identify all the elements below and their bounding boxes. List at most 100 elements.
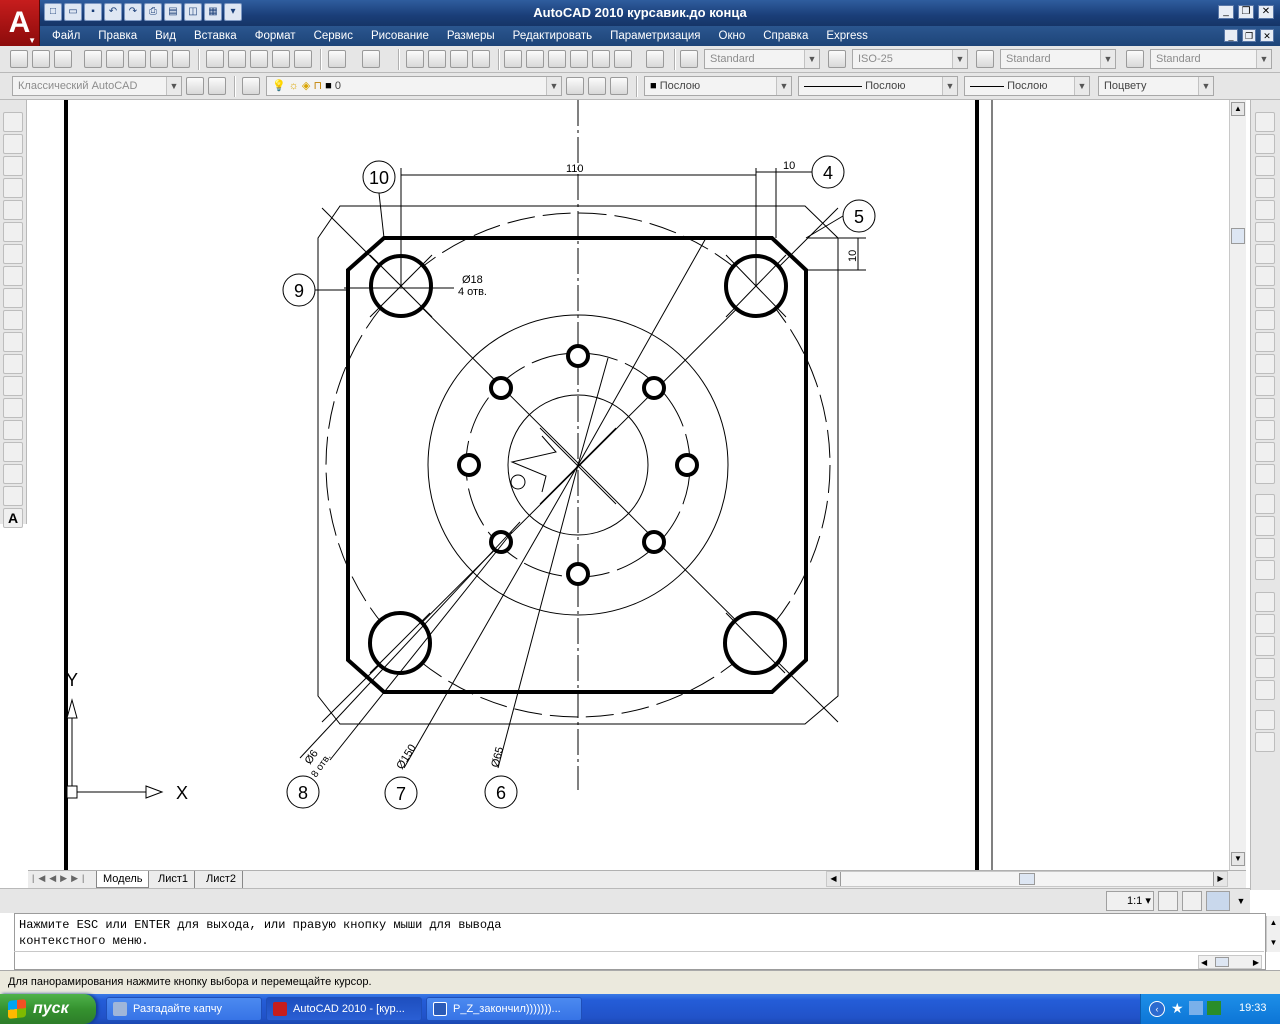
break-icon[interactable] <box>1255 376 1275 396</box>
statusbar-menu-icon[interactable]: ▼ <box>1234 891 1248 911</box>
vertical-scroll-thumb[interactable] <box>1231 228 1245 244</box>
table-style-select[interactable]: Standard ▼ <box>1000 49 1116 69</box>
orbit-icon[interactable] <box>1255 614 1275 634</box>
scroll-left-icon[interactable]: ◀ <box>827 872 841 886</box>
save-icon[interactable]: ▪ <box>84 3 102 21</box>
close-icon[interactable]: ✕ <box>1258 5 1274 19</box>
text-style-select[interactable]: Standard ▼ <box>704 49 820 69</box>
copy-object-icon[interactable] <box>1255 134 1275 154</box>
workspace-switch-icon[interactable] <box>1206 891 1230 911</box>
menu-parametric[interactable]: Параметризация <box>601 30 709 42</box>
color-select[interactable]: ■ Послою ▼ <box>644 76 792 96</box>
workspace-select[interactable]: Классический AutoCAD ▼ <box>12 76 182 96</box>
arc-icon[interactable] <box>3 222 23 242</box>
plot-icon[interactable]: ⎙ <box>144 3 162 21</box>
horizontal-scrollbar[interactable]: ◀ ▶ <box>826 871 1228 887</box>
tray-star-icon[interactable]: ★ <box>1171 1000 1184 1017</box>
polygon-icon[interactable] <box>3 178 23 198</box>
restore-icon[interactable]: ❐ <box>1238 5 1254 19</box>
scroll-left-icon[interactable]: ◀ <box>1201 956 1207 969</box>
3d-dwf-icon[interactable] <box>150 50 168 68</box>
ucs-icon[interactable] <box>1255 710 1275 730</box>
publish-icon[interactable]: ▤ <box>164 3 182 21</box>
erase-icon[interactable] <box>1255 112 1275 132</box>
undo-icon[interactable]: ↶ <box>104 3 122 21</box>
rectangle-icon[interactable] <box>3 200 23 220</box>
command-scrollbar[interactable]: ▲ ▼ <box>1266 916 1280 952</box>
construction-line-icon[interactable] <box>3 134 23 154</box>
text-style-icon[interactable] <box>680 50 698 68</box>
paste-icon[interactable] <box>250 50 268 68</box>
scroll-down-icon[interactable]: ▼ <box>1267 936 1280 950</box>
dim-style-icon[interactable] <box>828 50 846 68</box>
chamfer-icon[interactable] <box>1255 420 1275 440</box>
help-icon[interactable] <box>646 50 664 68</box>
join-icon[interactable] <box>1255 398 1275 418</box>
save-icon[interactable] <box>54 50 72 68</box>
new-icon[interactable]: □ <box>44 3 62 21</box>
markup-icon[interactable] <box>592 50 610 68</box>
annotation-visibility-icon[interactable] <box>1158 891 1178 911</box>
trim-icon[interactable] <box>1255 310 1275 330</box>
tray-network-icon[interactable] <box>1189 1001 1203 1015</box>
task-autocad[interactable]: AutoCAD 2010 - [кур... <box>266 997 422 1021</box>
layer-select[interactable]: 💡 ☼ ◈ ⊓ ■ 0 ▼ <box>266 76 562 96</box>
make-block-icon[interactable] <box>3 376 23 396</box>
redo-icon[interactable] <box>362 50 380 68</box>
preview-icon[interactable] <box>106 50 124 68</box>
continuous-orbit-icon[interactable] <box>1255 658 1275 678</box>
zoom-window-icon[interactable] <box>450 50 468 68</box>
undo-icon[interactable] <box>328 50 346 68</box>
doc-close-icon[interactable]: ✕ <box>1260 29 1274 42</box>
zoom-realtime-icon[interactable] <box>428 50 446 68</box>
annotation-scale-button[interactable]: 1:1 ▾ <box>1106 891 1154 911</box>
camera-icon[interactable] <box>1255 680 1275 700</box>
vertical-scrollbar[interactable]: ▲ ▼ <box>1229 100 1246 870</box>
tab-sheet2[interactable]: Лист2 <box>200 871 244 888</box>
menu-file[interactable]: Файл <box>40 30 89 42</box>
customize-icon[interactable] <box>208 77 226 95</box>
draworder-front-icon[interactable] <box>1255 494 1275 514</box>
polyline-icon[interactable] <box>3 156 23 176</box>
view-cube-icon[interactable] <box>1255 592 1275 612</box>
ellipse-arc-icon[interactable] <box>3 332 23 352</box>
workspace-settings-icon[interactable] <box>186 77 204 95</box>
menu-view[interactable]: Вид <box>146 30 185 42</box>
rotate-icon[interactable] <box>1255 244 1275 264</box>
extend-icon[interactable] <box>1255 332 1275 352</box>
command-hscroll-thumb[interactable] <box>1215 957 1229 967</box>
line-icon[interactable] <box>3 112 23 132</box>
publish-icon[interactable] <box>128 50 146 68</box>
qnew-icon[interactable] <box>10 50 28 68</box>
menu-tools[interactable]: Сервис <box>305 30 362 42</box>
app-menu-button[interactable]: A ▼ <box>0 0 40 46</box>
task-word-doc[interactable]: P_Z_закончил)))))))... <box>426 997 582 1021</box>
draworder-back-icon[interactable] <box>1255 516 1275 536</box>
mirror-icon[interactable] <box>1255 156 1275 176</box>
task-captcha[interactable]: Разгадайте капчу <box>106 997 262 1021</box>
tray-security-icon[interactable] <box>1207 1001 1221 1015</box>
region-icon[interactable] <box>3 464 23 484</box>
gradient-icon[interactable] <box>3 442 23 462</box>
command-window[interactable]: Нажмите ESC или ENTER для выхода, или пр… <box>14 913 1266 970</box>
menu-draw[interactable]: Рисование <box>362 30 438 42</box>
plot-icon[interactable] <box>84 50 102 68</box>
match-prop-icon[interactable] <box>272 50 290 68</box>
design-center-icon[interactable] <box>526 50 544 68</box>
scroll-right-icon[interactable]: ▶ <box>1213 872 1227 886</box>
block-editor-icon[interactable] <box>294 50 312 68</box>
tab-sheet1[interactable]: Лист1 <box>152 871 196 888</box>
minimize-icon[interactable]: _ <box>1218 5 1234 19</box>
scale-icon[interactable] <box>1255 266 1275 286</box>
hatch-icon[interactable] <box>3 420 23 440</box>
menu-modify[interactable]: Редактировать <box>504 30 601 42</box>
draworder-under-icon[interactable] <box>1255 560 1275 580</box>
layer-manager-icon[interactable] <box>242 77 260 95</box>
spline-icon[interactable] <box>3 288 23 308</box>
menu-express[interactable]: Express <box>817 30 877 42</box>
auto-scale-icon[interactable] <box>1182 891 1202 911</box>
menu-dimension[interactable]: Размеры <box>438 30 504 42</box>
tray-expand-icon[interactable]: ‹ <box>1149 1001 1165 1017</box>
dim-style-select[interactable]: ISO-25 ▼ <box>852 49 968 69</box>
table-icon[interactable] <box>3 486 23 506</box>
